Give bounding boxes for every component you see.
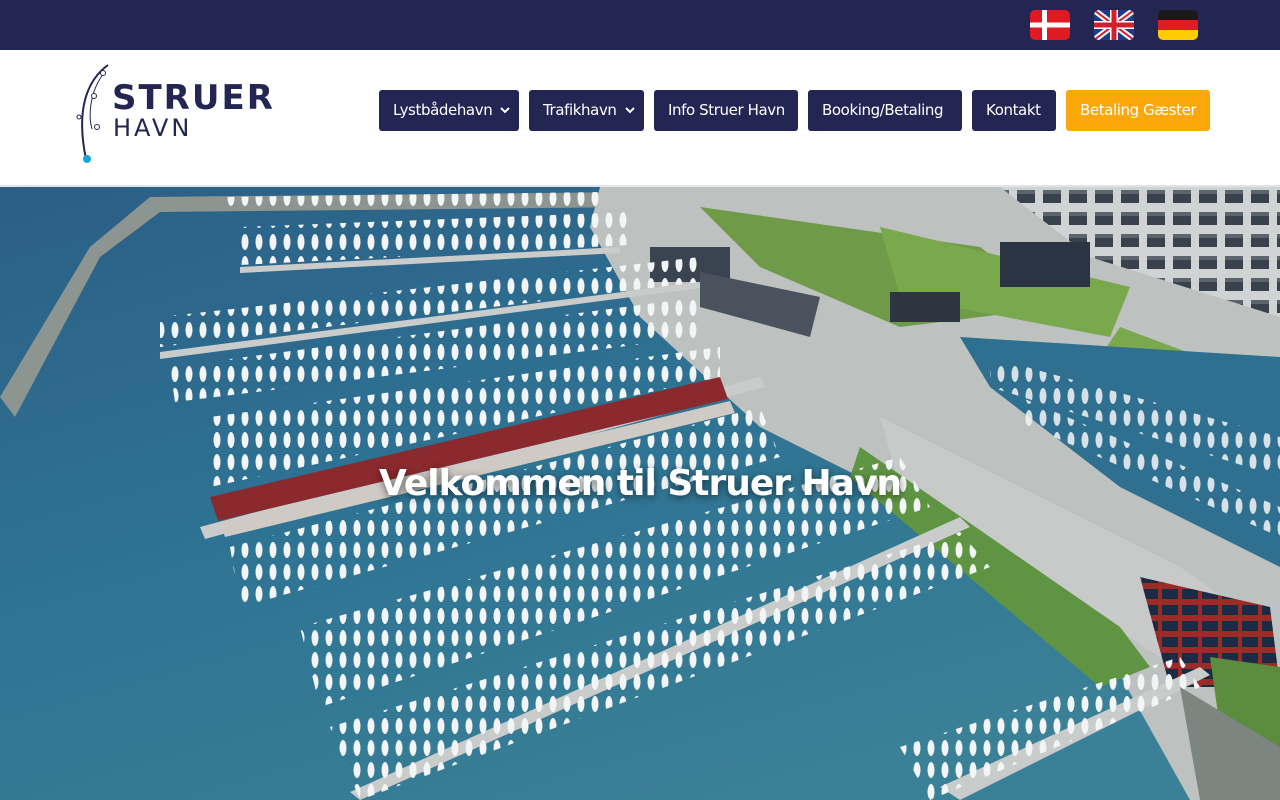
struer-havn-logo[interactable]: STRUER HAVN <box>70 63 273 167</box>
nav-label: Info Struer Havn <box>668 101 785 119</box>
nav-label: Booking/Betaling <box>822 101 944 119</box>
hero-title: Velkommen til Struer Havn <box>378 463 902 504</box>
danish-flag-icon[interactable] <box>1030 10 1070 40</box>
logo-text-havn: HAVN <box>113 114 193 142</box>
nav-trafikhavn[interactable]: Trafikhavn <box>529 90 644 131</box>
hero-banner: Velkommen til Struer Havn <box>0 187 1280 800</box>
logo-text-struer: STRUER <box>112 78 275 118</box>
nav-info-struer-havn[interactable]: Info Struer Havn <box>654 90 798 131</box>
nav-label: Lystbådehavn <box>393 101 493 119</box>
chevron-down-icon <box>625 107 635 114</box>
language-bar <box>0 0 1280 50</box>
chevron-down-icon <box>500 107 510 114</box>
nav-betaling-gaester-button[interactable]: Betaling Gæster <box>1066 90 1210 131</box>
nav-label: Kontakt <box>986 101 1041 119</box>
nav-label: Trafikhavn <box>543 101 617 119</box>
nav-booking-betaling[interactable]: Booking/Betaling <box>808 90 962 131</box>
site-header: STRUER HAVN Lystbådehavn Trafikhavn Info… <box>0 50 1280 187</box>
uk-flag-icon[interactable] <box>1094 10 1134 40</box>
nav-label: Betaling Gæster <box>1080 101 1197 119</box>
nav-kontakt[interactable]: Kontakt <box>972 90 1056 131</box>
german-flag-icon[interactable] <box>1158 10 1198 40</box>
nav-lystbaadehavn[interactable]: Lystbådehavn <box>379 90 519 131</box>
